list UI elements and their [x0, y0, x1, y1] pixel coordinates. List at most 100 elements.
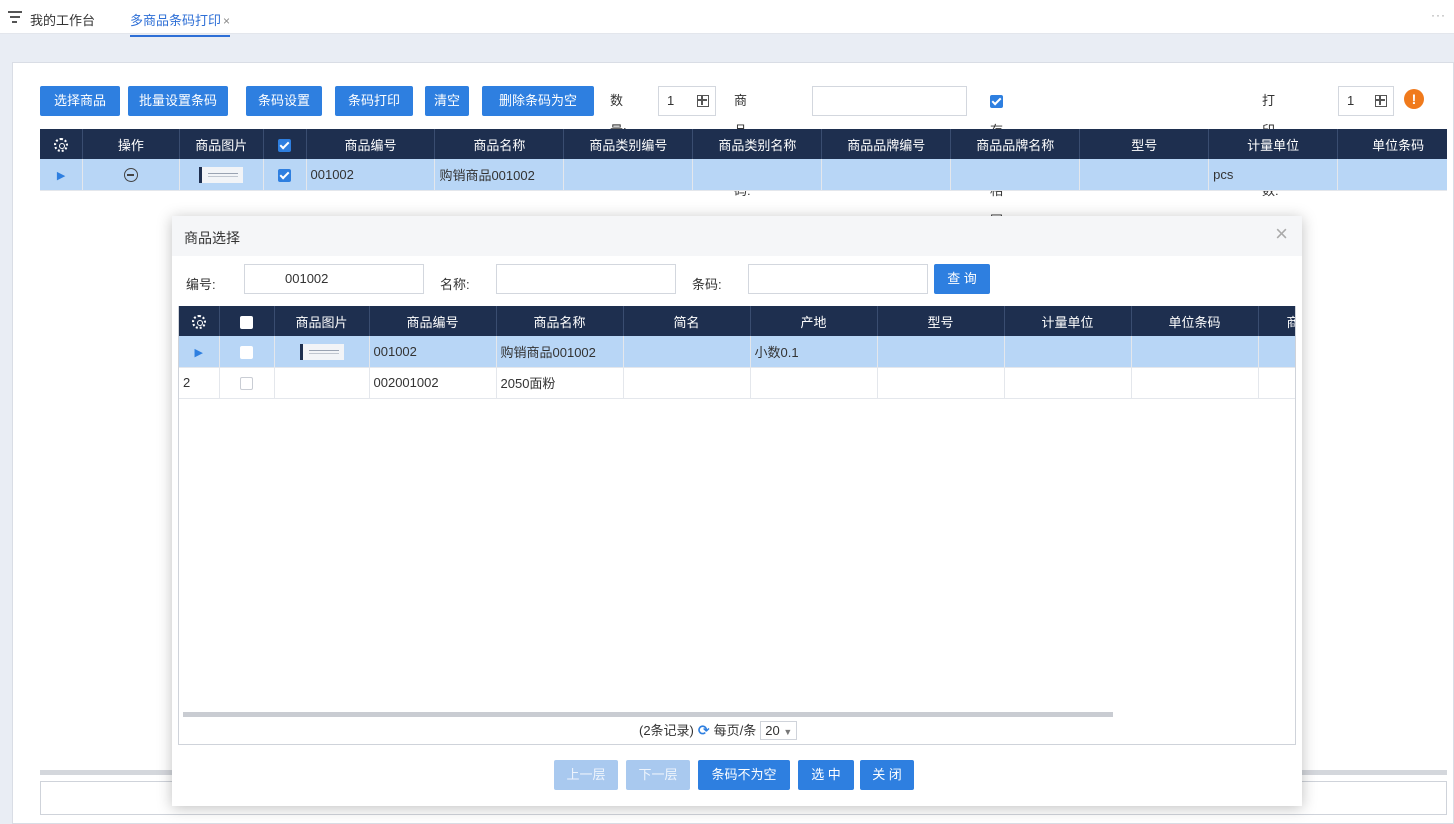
checkbox-icon[interactable]	[278, 168, 292, 182]
delete-empty-barcode-button[interactable]: 删除条码为空	[482, 86, 594, 116]
close-icon[interactable]: ×	[223, 14, 230, 28]
col-unit-barcode: 单位条码	[1131, 306, 1259, 336]
pager-info: (2条记录) ⟳ 每页/条 20 ▼	[639, 720, 798, 740]
short-name-cell	[623, 336, 751, 368]
tab-label: 多商品条码打印	[130, 13, 222, 28]
brand-code-cell	[821, 159, 952, 191]
goods-select-dialog: 商品选择 × 编号: 001002 名称: 条码: 查 询 商品图片 商品编号 …	[172, 216, 1302, 806]
refresh-icon[interactable]: ⟳	[698, 722, 710, 739]
grid-icon[interactable]	[1375, 95, 1387, 107]
close-button[interactable]: 关 闭	[860, 760, 914, 790]
col-category-code: 商品类别编号	[563, 129, 694, 159]
origin-cell: 小数0.1	[750, 336, 878, 368]
checkbox-icon[interactable]	[240, 315, 253, 329]
checkbox-icon[interactable]	[278, 138, 292, 152]
col-short-name: 简名	[623, 306, 751, 336]
col-code: 商品编号	[306, 129, 436, 159]
barcode-not-empty-button[interactable]: 条码不为空	[698, 760, 790, 790]
origin-cell	[750, 367, 878, 399]
dialog-table: 商品图片 商品编号 商品名称 简名 产地 型号 计量单位 单位条码 商 ▶ 00…	[179, 306, 1295, 399]
main-table-wrap: 操作 商品图片 商品编号 商品名称 商品类别编号 商品类别名称 商品品牌编号 商…	[40, 129, 1447, 191]
name-filter-input[interactable]	[496, 264, 676, 294]
gear-icon[interactable]	[54, 137, 69, 152]
barcode-thumbnail	[199, 166, 244, 183]
barcode-input[interactable]	[812, 86, 967, 116]
col-image: 商品图片	[179, 129, 264, 159]
name-cell: 购销商品001002	[496, 336, 624, 368]
table-row[interactable]: ▶ 001002 购销商品001002 pcs	[40, 159, 1447, 191]
model-cell	[1079, 159, 1210, 191]
qty-value: 1	[667, 93, 675, 108]
qty-stepper[interactable]: 1	[658, 86, 716, 116]
row-index: 2	[179, 367, 220, 399]
row-pointer: ▶	[179, 336, 220, 368]
next-level-button[interactable]: 下一层	[626, 760, 690, 790]
record-count: (2条记录)	[639, 723, 694, 738]
batch-set-barcode-button[interactable]: 批量设置条码	[128, 86, 228, 116]
clear-button[interactable]: 清空	[425, 86, 469, 116]
barcode-settings-button[interactable]: 条码设置	[246, 86, 322, 116]
col-operation: 操作	[82, 129, 180, 159]
gear-icon[interactable]	[191, 314, 206, 329]
table-row[interactable]: ▶ 001002 购销商品001002 小数0.1	[179, 336, 1295, 368]
per-page-label: 每页/条	[713, 723, 757, 738]
main-table-header: 操作 商品图片 商品编号 商品名称 商品类别编号 商品类别名称 商品品牌编号 商…	[40, 129, 1447, 159]
col-name: 商品名称	[434, 129, 565, 159]
row-pointer: ▶	[40, 159, 84, 191]
row-checkbox[interactable]	[219, 336, 275, 368]
tab-home[interactable]: 我的工作台	[30, 10, 95, 29]
unit-cell	[1004, 367, 1132, 399]
barcode-filter-input[interactable]	[748, 264, 928, 294]
copies-value: 1	[1347, 93, 1355, 108]
checkbox-icon[interactable]	[240, 345, 253, 359]
unit-barcode-cell	[1131, 367, 1259, 399]
short-name-cell	[623, 367, 751, 399]
prev-level-button[interactable]: 上一层	[554, 760, 618, 790]
table-row[interactable]: 2 002001002 2050面粉	[179, 367, 1295, 399]
name-cell: 购销商品001002	[434, 159, 565, 191]
checkbox-icon[interactable]	[240, 377, 253, 391]
remove-icon[interactable]	[123, 168, 138, 183]
col-unit: 计量单位	[1004, 306, 1132, 336]
tab-barcode-print[interactable]: 多商品条码打印 ×	[130, 10, 231, 37]
col-image: 商品图片	[274, 306, 370, 336]
col-name: 商品名称	[496, 306, 624, 336]
code-filter-input[interactable]: 001002	[244, 264, 424, 294]
arrow-right-icon: ▶	[194, 346, 203, 359]
unit-barcode-cell	[1131, 336, 1259, 368]
row-checkbox[interactable]	[263, 159, 307, 191]
accumulate-checkbox[interactable]	[990, 95, 1003, 109]
page-size-select[interactable]: 20 ▼	[760, 721, 798, 740]
extra-cell	[1258, 336, 1295, 368]
select-all-checkbox[interactable]	[219, 306, 275, 336]
column-settings[interactable]	[40, 129, 84, 159]
col-category-name: 商品类别名称	[692, 129, 823, 159]
col-unit: 计量单位	[1208, 129, 1339, 159]
brand-name-cell	[950, 159, 1081, 191]
dialog-table-header: 商品图片 商品编号 商品名称 简名 产地 型号 计量单位 单位条码 商	[179, 306, 1295, 336]
select-all-checkbox[interactable]	[263, 129, 307, 159]
query-button[interactable]: 查 询	[934, 264, 990, 294]
col-brand-code: 商品品牌编号	[821, 129, 952, 159]
close-icon[interactable]: ×	[1275, 223, 1288, 245]
horizontal-scrollbar[interactable]	[183, 712, 1113, 717]
col-brand-name: 商品品牌名称	[950, 129, 1081, 159]
row-checkbox[interactable]	[219, 367, 275, 399]
barcode-print-button[interactable]: 条码打印	[335, 86, 413, 116]
copies-stepper[interactable]: 1	[1338, 86, 1394, 116]
warning-icon[interactable]: !	[1404, 89, 1424, 109]
more-icon[interactable]: ···	[1431, 8, 1446, 22]
image-cell	[274, 336, 370, 368]
code-cell: 001002	[369, 336, 497, 368]
unit-cell: pcs	[1208, 159, 1339, 191]
select-button[interactable]: 选 中	[798, 760, 854, 790]
select-goods-button[interactable]: 选择商品	[40, 86, 120, 116]
remove-row-cell[interactable]	[82, 159, 180, 191]
menu-icon[interactable]	[8, 11, 22, 23]
code-cell: 002001002	[369, 367, 497, 399]
col-truncated: 商	[1258, 306, 1295, 336]
column-settings[interactable]	[179, 306, 220, 336]
grid-icon[interactable]	[697, 95, 709, 107]
image-cell	[179, 159, 264, 191]
col-code: 商品编号	[369, 306, 497, 336]
